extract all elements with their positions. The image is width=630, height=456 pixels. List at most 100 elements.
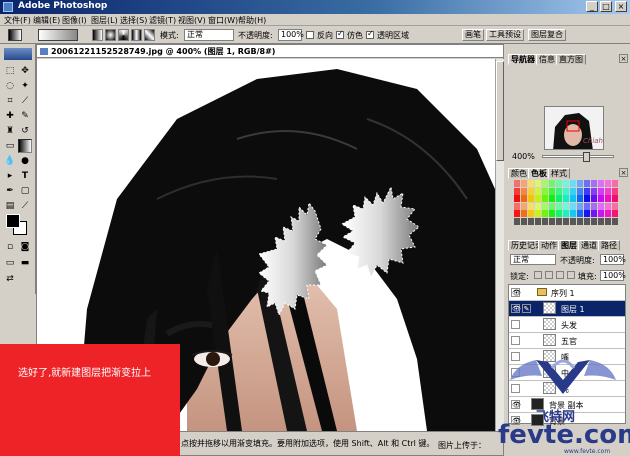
palette-tab-layer-comps[interactable]: 图层复合 [528,29,566,41]
quick-mask-mode-icon[interactable]: ◙ [18,240,32,254]
color-swatch[interactable] [535,195,541,202]
color-swatch[interactable] [598,195,604,202]
layer-visibility-icon[interactable]: 👁 [511,304,521,313]
color-swatch[interactable] [514,217,520,225]
color-swatch[interactable] [612,195,618,202]
color-swatch[interactable] [542,202,548,210]
color-swatch[interactable] [514,187,520,195]
color-swatch[interactable] [598,180,604,187]
lasso-tool-icon[interactable]: ◌ [3,79,17,93]
layer-visibility-icon[interactable] [511,336,520,345]
layer-visibility-icon[interactable]: 👁 [511,288,521,297]
color-swatch[interactable] [528,210,534,217]
path-selection-tool-icon[interactable]: ▸ [3,169,17,183]
menu-select[interactable]: 选择(S) [120,15,147,26]
eraser-tool-icon[interactable]: ▭ [3,139,17,153]
healing-brush-tool-icon[interactable]: ✚ [3,109,17,123]
shape-tool-icon[interactable]: ▢ [18,184,32,198]
pen-tool-icon[interactable]: ✒ [3,184,17,198]
color-swatch[interactable] [577,187,583,195]
lock-position-icon[interactable] [556,271,564,279]
layer-opacity-field[interactable]: 100% [600,254,626,265]
color-swatch[interactable] [556,180,562,187]
color-swatch[interactable] [549,187,555,195]
dodge-tool-icon[interactable]: ● [18,154,32,168]
layer-row-selected[interactable]: 👁 ✎ 图层 1 [509,301,625,317]
color-swatch[interactable] [598,187,604,195]
color-swatch[interactable] [612,217,618,225]
color-swatch[interactable] [591,195,597,202]
color-swatch[interactable] [605,180,611,187]
menu-edit[interactable]: 编辑(E) [33,15,60,26]
radial-gradient-icon[interactable] [105,29,116,41]
color-swatch[interactable] [591,180,597,187]
navigator-zoom-slider[interactable] [542,152,614,162]
document-title-bar[interactable]: 20061221152528749.jpg @ 400% (图层 1, RGB/… [37,45,503,58]
color-swatch[interactable] [521,187,527,195]
menu-layer[interactable]: 图层(L) [91,15,118,26]
dither-checkbox[interactable] [336,29,344,39]
history-brush-tool-icon[interactable]: ↺ [18,124,32,138]
color-swatch[interactable] [570,210,576,217]
tab-channels[interactable]: 通道 [578,240,600,251]
crop-tool-icon[interactable]: ⌗ [3,94,17,108]
color-swatch[interactable] [528,217,534,225]
menu-view[interactable]: 视图(V) [178,15,206,26]
layer-row[interactable]: 头发 [509,317,625,333]
color-swatch[interactable] [570,202,576,210]
layer-row[interactable]: 五官 [509,333,625,349]
color-swatch[interactable] [556,210,562,217]
color-swatch[interactable] [549,195,555,202]
jump-to-imageready-icon[interactable]: ⇄ [3,272,17,286]
color-swatch[interactable] [584,217,590,225]
color-swatch[interactable] [612,202,618,210]
color-swatch[interactable] [598,217,604,225]
tab-paths[interactable]: 路径 [598,240,620,251]
menu-filter[interactable]: 滤镜(T) [149,15,176,26]
color-swatch[interactable] [542,217,548,225]
tab-navigator[interactable]: 导航器 [508,54,538,65]
color-swatch[interactable] [542,195,548,202]
color-swatch[interactable] [535,210,541,217]
color-swatch[interactable] [563,202,569,210]
fill-field[interactable]: 100% [600,270,626,281]
color-swatch[interactable] [563,210,569,217]
magic-wand-tool-icon[interactable]: ✦ [18,79,32,93]
tab-histogram[interactable]: 直方图 [556,54,586,65]
color-swatch[interactable] [514,202,520,210]
linear-gradient-icon[interactable] [92,29,103,41]
menu-image[interactable]: 图像(I) [62,15,87,26]
color-swatch[interactable] [612,180,618,187]
color-swatch[interactable] [549,180,555,187]
lock-all-icon[interactable] [567,271,575,279]
color-swatch[interactable] [570,180,576,187]
color-swatch[interactable] [549,202,555,210]
tab-color[interactable]: 颜色 [508,168,530,179]
color-swatch[interactable] [598,210,604,217]
color-swatch[interactable] [584,202,590,210]
color-swatch[interactable] [549,210,555,217]
color-swatch[interactable] [591,187,597,195]
color-swatch[interactable] [605,210,611,217]
color-close-icon[interactable]: × [619,168,628,177]
color-swatch[interactable] [591,202,597,210]
menu-file[interactable]: 文件(F) [4,15,31,26]
color-swatch[interactable] [591,217,597,225]
tab-swatches[interactable]: 色板 [528,168,550,179]
gradient-tool-preset-icon[interactable] [8,29,22,41]
opacity-field[interactable]: 100% [278,29,304,41]
color-swatch[interactable] [528,180,534,187]
color-swatch[interactable] [535,180,541,187]
color-swatch[interactable] [563,180,569,187]
color-swatch[interactable] [584,180,590,187]
color-swatch[interactable] [605,202,611,210]
move-tool-icon[interactable]: ✥ [18,64,32,78]
color-swatch[interactable] [521,202,527,210]
reverse-checkbox[interactable] [306,31,314,39]
color-swatch[interactable] [535,202,541,210]
color-swatch[interactable] [577,195,583,202]
layer-visibility-icon[interactable] [511,320,520,329]
color-swatch[interactable] [528,202,534,210]
color-swatch[interactable] [521,180,527,187]
eyedropper-tool-icon[interactable]: ⟋ [18,199,32,213]
